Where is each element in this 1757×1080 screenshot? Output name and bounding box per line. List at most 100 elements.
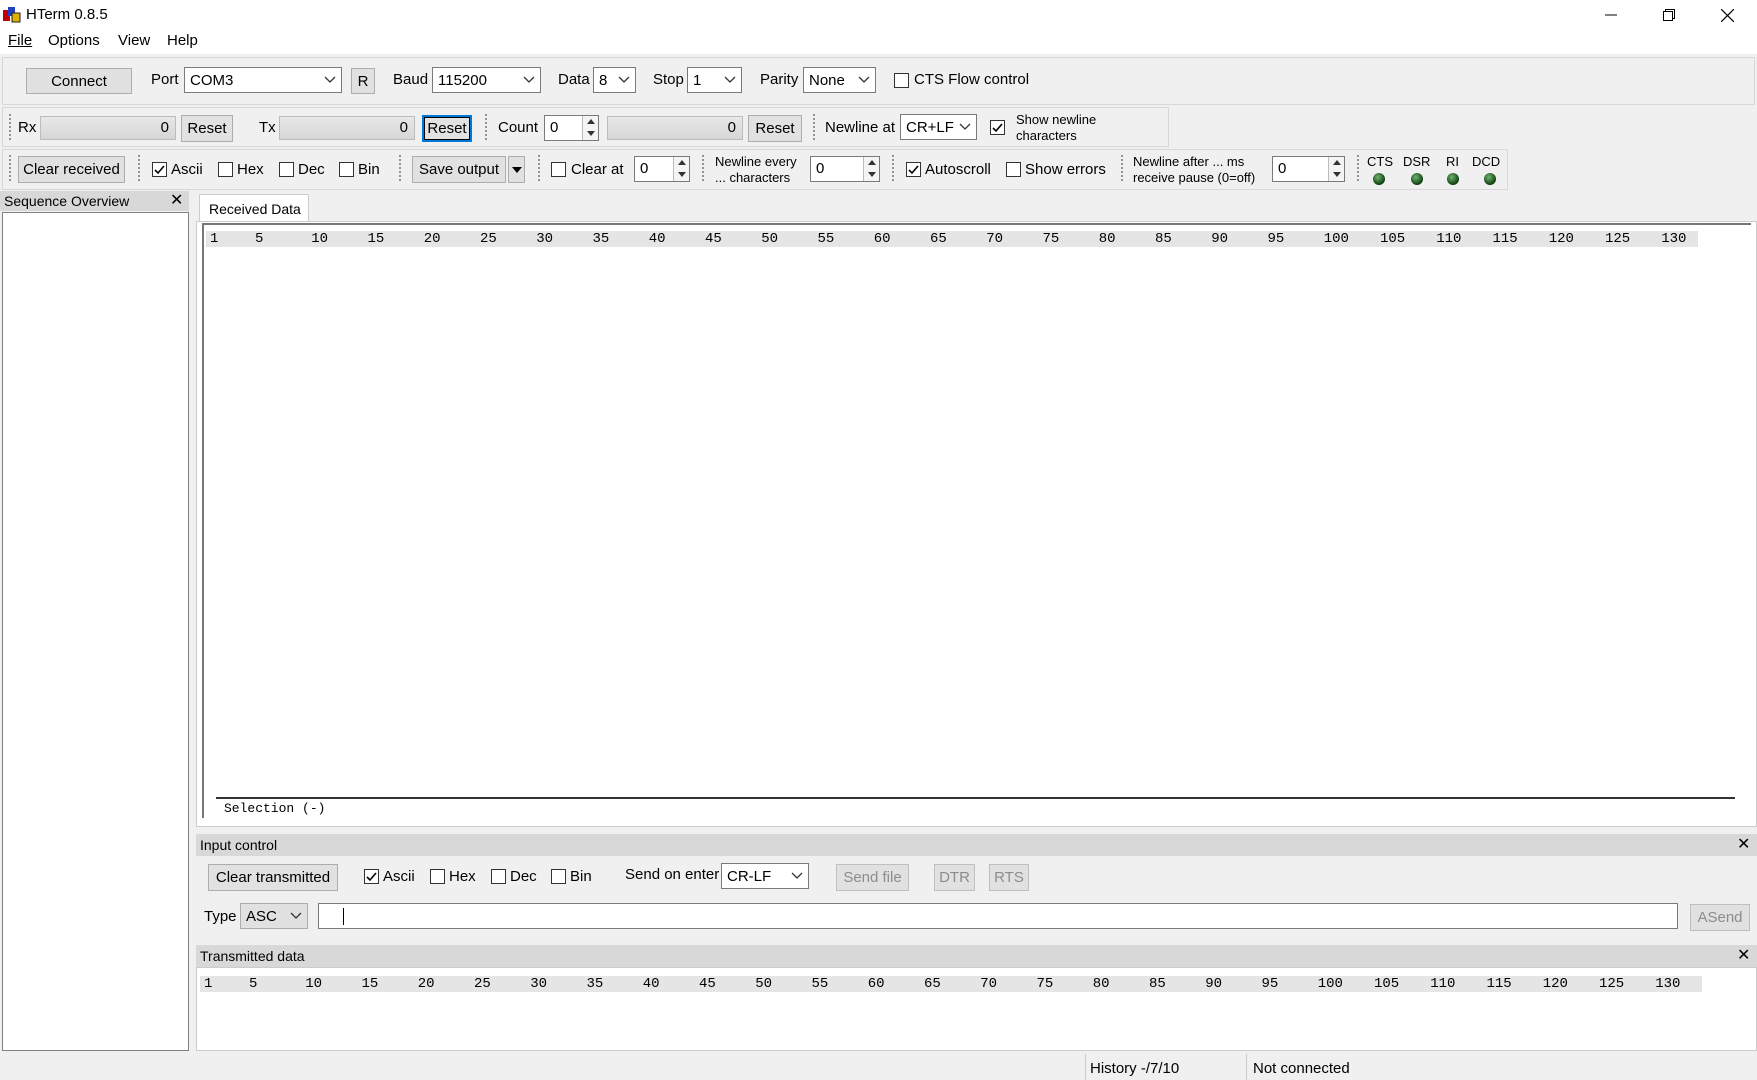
tx-ascii-checkbox[interactable] bbox=[364, 869, 379, 884]
show-newline-label-2: characters bbox=[1016, 128, 1077, 143]
ruler-tick-label: 110 bbox=[1430, 976, 1456, 992]
rx-dec-checkbox[interactable] bbox=[279, 162, 294, 177]
tx-reset-button[interactable]: Reset bbox=[422, 115, 472, 142]
data-bits-select[interactable]: 8 bbox=[593, 67, 636, 93]
spinner-up-icon[interactable] bbox=[863, 157, 879, 169]
count-spinner[interactable]: 0 bbox=[544, 115, 599, 141]
save-output-button[interactable]: Save output bbox=[412, 156, 506, 183]
toolbar-gripper[interactable] bbox=[701, 154, 705, 182]
cts-flow-checkbox[interactable] bbox=[894, 73, 909, 88]
rx-ascii-checkbox[interactable] bbox=[152, 162, 167, 177]
baud-label: Baud bbox=[393, 71, 429, 88]
toolbar-gripper[interactable] bbox=[137, 154, 141, 182]
toolbar-gripper[interactable] bbox=[1356, 154, 1360, 182]
toolbar-gripper[interactable] bbox=[484, 113, 488, 141]
asend-button[interactable]: ASend bbox=[1690, 904, 1750, 931]
menu-file[interactable]: File bbox=[8, 32, 32, 49]
ruler-tick-label: 65 bbox=[924, 976, 941, 992]
stop-bits-select[interactable]: 1 bbox=[687, 67, 742, 93]
send-input-field[interactable] bbox=[318, 903, 1678, 929]
toolbar-gripper[interactable] bbox=[812, 113, 816, 141]
send-on-enter-value: CR-LF bbox=[727, 867, 772, 885]
show-errors-checkbox[interactable] bbox=[1006, 162, 1021, 177]
menu-view[interactable]: View bbox=[118, 32, 150, 49]
status-bar bbox=[0, 1054, 1757, 1080]
ruler-tick-label: 105 bbox=[1380, 231, 1406, 247]
type-value: ASC bbox=[246, 907, 277, 925]
toolbar-gripper[interactable] bbox=[891, 154, 895, 182]
refresh-ports-button[interactable]: R bbox=[351, 68, 375, 94]
ruler-tick-label: 20 bbox=[423, 231, 441, 247]
menu-help[interactable]: Help bbox=[167, 32, 198, 49]
dcd-label: DCD bbox=[1472, 154, 1501, 169]
newline-at-value: CR+LF bbox=[906, 118, 954, 136]
ruler-tick-label: 45 bbox=[705, 231, 722, 247]
received-data-area[interactable] bbox=[206, 249, 1746, 796]
sequence-overview-list[interactable] bbox=[2, 212, 189, 1051]
toolbar-gripper[interactable] bbox=[398, 154, 402, 182]
newline-every-spinner[interactable]: 0 bbox=[810, 156, 880, 182]
menu-options[interactable]: Options bbox=[48, 32, 100, 49]
spinner-down-icon[interactable] bbox=[1328, 169, 1344, 181]
count-reset-button[interactable]: Reset bbox=[748, 115, 802, 142]
restore-button[interactable] bbox=[1640, 0, 1698, 30]
ruler-tick-label: 120 bbox=[1548, 231, 1574, 247]
toolbar-gripper[interactable] bbox=[537, 154, 541, 182]
baud-select[interactable]: 115200 bbox=[432, 67, 541, 93]
ruler-tick-label: 60 bbox=[867, 976, 885, 992]
minimize-button[interactable] bbox=[1582, 0, 1640, 30]
ruler-tick-label: 120 bbox=[1542, 976, 1568, 992]
clear-at-checkbox[interactable] bbox=[551, 162, 566, 177]
ruler-tick-label: 10 bbox=[305, 976, 323, 992]
toolbar-gripper[interactable] bbox=[1120, 154, 1124, 182]
type-select[interactable]: ASC bbox=[240, 903, 308, 929]
show-newline-checkbox[interactable] bbox=[990, 120, 1005, 135]
status-divider bbox=[1246, 1054, 1247, 1080]
spinner-down-icon[interactable] bbox=[863, 169, 879, 181]
sequence-overview-close-icon[interactable]: ✕ bbox=[170, 193, 183, 209]
cts-label: CTS bbox=[1367, 154, 1393, 169]
connect-button[interactable]: Connect bbox=[26, 68, 132, 94]
ruler-tick-label: 75 bbox=[1036, 976, 1054, 992]
dtr-button[interactable]: DTR bbox=[934, 864, 975, 891]
port-select[interactable]: COM3 bbox=[184, 67, 342, 93]
rx-hex-checkbox[interactable] bbox=[218, 162, 233, 177]
close-button[interactable] bbox=[1698, 0, 1756, 30]
spinner-up-icon[interactable] bbox=[673, 157, 689, 169]
ruler-tick-label: 25 bbox=[474, 976, 491, 992]
tx-counter: 0 bbox=[279, 116, 415, 140]
autoscroll-checkbox[interactable] bbox=[906, 162, 921, 177]
send-file-button[interactable]: Send file bbox=[836, 864, 909, 891]
count-value: 0 bbox=[550, 119, 559, 136]
spinner-down-icon[interactable] bbox=[673, 169, 689, 181]
transmitted-close-icon[interactable]: ✕ bbox=[1737, 948, 1750, 964]
toolbar-gripper[interactable] bbox=[8, 154, 12, 182]
ruler-tick-label: 95 bbox=[1267, 231, 1285, 247]
tx-bin-checkbox[interactable] bbox=[551, 869, 566, 884]
input-control-close-icon[interactable]: ✕ bbox=[1737, 837, 1750, 853]
save-output-dropdown[interactable] bbox=[508, 156, 525, 183]
spinner-up-icon[interactable] bbox=[582, 116, 598, 128]
ruler-tick-label: 85 bbox=[1155, 231, 1172, 247]
spinner-down-icon[interactable] bbox=[582, 128, 598, 140]
clear-transmitted-button[interactable]: Clear transmitted bbox=[208, 864, 338, 891]
clear-at-spinner[interactable]: 0 bbox=[634, 156, 690, 182]
newline-after-value: 0 bbox=[1278, 160, 1287, 177]
tab-received-data[interactable]: Received Data bbox=[199, 194, 309, 221]
clear-received-button[interactable]: Clear received bbox=[18, 156, 125, 183]
tx-dec-checkbox[interactable] bbox=[491, 869, 506, 884]
ruler-tick-label: 95 bbox=[1261, 976, 1279, 992]
newline-at-select[interactable]: CR+LF bbox=[900, 114, 977, 140]
spinner-up-icon[interactable] bbox=[1328, 157, 1344, 169]
checkmark-icon bbox=[154, 165, 165, 175]
tx-hex-checkbox[interactable] bbox=[430, 869, 445, 884]
rts-button[interactable]: RTS bbox=[989, 864, 1029, 891]
parity-select[interactable]: None bbox=[803, 67, 876, 93]
send-on-enter-select[interactable]: CR-LF bbox=[721, 863, 809, 889]
ruler-tick-label: 80 bbox=[1098, 231, 1116, 247]
toolbar-gripper[interactable] bbox=[8, 113, 12, 141]
rx-reset-button[interactable]: Reset bbox=[181, 115, 233, 142]
rx-bin-checkbox[interactable] bbox=[339, 162, 354, 177]
chevron-down-icon bbox=[959, 123, 971, 130]
newline-after-spinner[interactable]: 0 bbox=[1272, 156, 1345, 182]
